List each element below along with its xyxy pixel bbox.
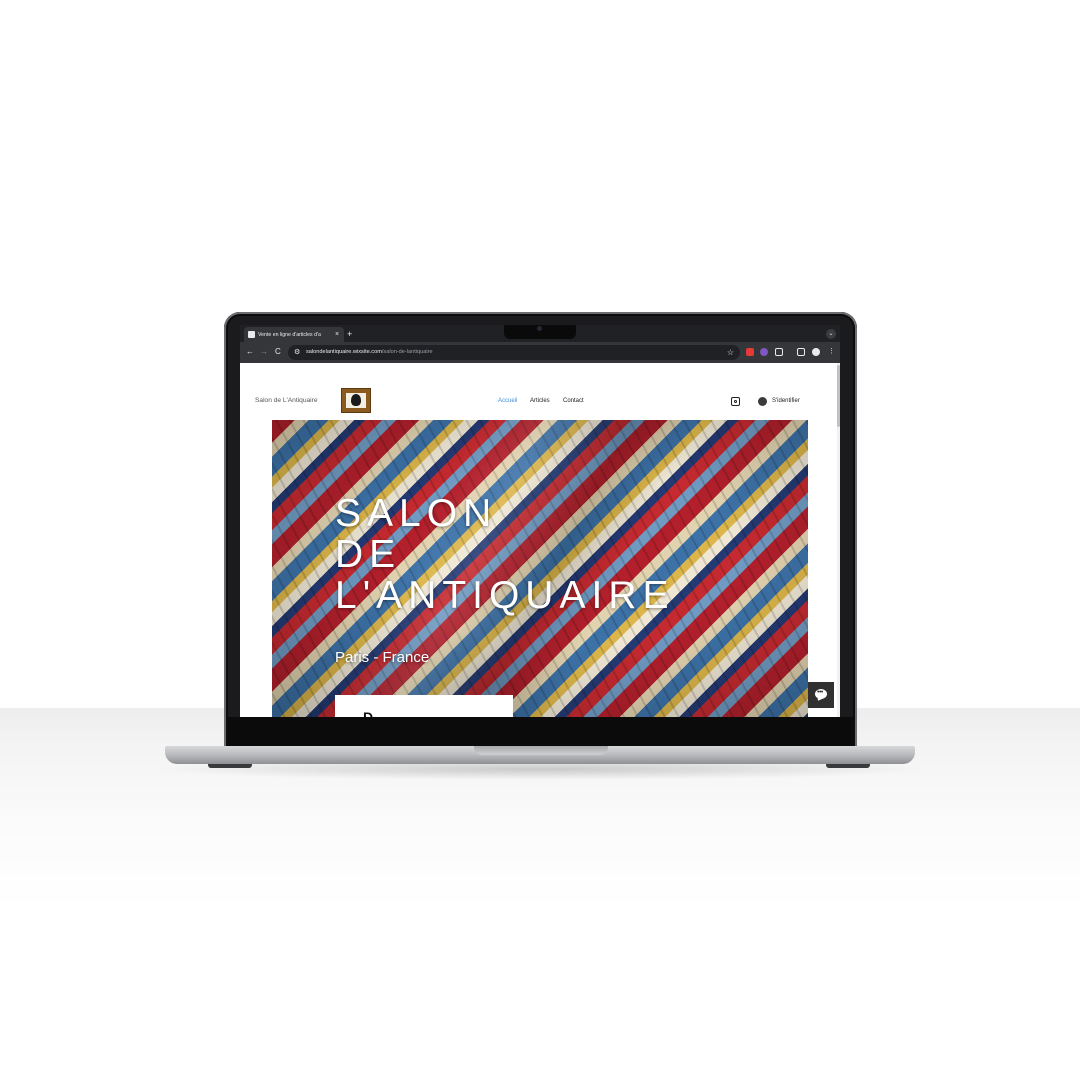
url-path: /salon-de-lantiquaire [381,349,433,355]
hero-card-text: D [363,709,374,717]
back-arrow-icon[interactable]: ← [246,346,254,358]
url-text: salondelantiquaire.wixsite.com/salon-de-… [306,347,433,358]
site-info-icon[interactable]: ⚙ [294,347,300,358]
nav-contact[interactable]: Contact [563,396,584,406]
bookmark-star-icon[interactable]: ☆ [727,347,734,358]
forward-arrow-icon[interactable]: → [260,346,268,358]
hero-title: SALON DE L'ANTIQUAIRE [335,493,755,616]
address-bar[interactable]: ⚙ salondelantiquaire.wixsite.com/salon-d… [288,345,740,360]
extension-ghost-icon[interactable] [760,348,768,356]
new-tab-button[interactable]: + [347,328,352,340]
side-panel-icon[interactable] [797,348,805,356]
laptop-opening-notch [474,746,608,755]
logo-emblem-icon [351,394,361,406]
chat-dots: ••• [817,689,823,696]
tab-search-button[interactable]: ⌄ [826,329,836,339]
hero-title-line-3: L'ANTIQUAIRE [335,574,675,617]
laptop-screen: Vente en ligne d'articles d'a × + ⌄ ← → … [240,325,840,717]
browser-menu-icon[interactable]: ⋮ [828,346,835,358]
logo-frame [346,393,366,408]
browser-toolbar: ← → C ⚙ salondelantiquaire.wixsite.com/s… [240,342,840,363]
hero-subtitle: Paris - France [335,649,430,666]
website-content: Salon de L'Antiquaire Accueil Articles C… [240,363,840,717]
reload-icon[interactable]: C [275,346,281,358]
extensions-puzzle-icon[interactable] [775,348,783,356]
laptop-foot-left [208,764,252,768]
webcam [537,326,542,331]
instagram-icon[interactable] [731,397,740,406]
screen-bottom-bezel [228,717,853,748]
nav-accueil[interactable]: Accueil [498,396,517,406]
favicon-icon [248,331,255,338]
profile-avatar-icon[interactable] [812,348,820,356]
user-avatar-icon[interactable] [758,397,767,406]
hero-card[interactable]: D [335,695,513,717]
login-link[interactable]: S'identifier [772,396,800,406]
site-title[interactable]: Salon de L'Antiquaire [255,396,317,406]
chat-button[interactable]: ••• [808,682,834,708]
hero-banner: SALON DE L'ANTIQUAIRE Paris - France D [272,420,808,717]
tab-title: Vente en ligne d'articles d'a [258,332,321,338]
hero-title-line-1: SALON [335,492,498,535]
hero-title-line-2: DE [335,533,402,576]
tab-close-icon[interactable]: × [335,330,339,340]
url-host: salondelantiquaire.wixsite.com [306,349,382,355]
extension-shield-icon[interactable] [746,348,754,356]
site-logo[interactable] [341,388,371,413]
browser-tab[interactable]: Vente en ligne d'articles d'a × [244,327,344,342]
laptop-foot-right [826,764,870,768]
nav-articles[interactable]: Articles [530,396,550,406]
